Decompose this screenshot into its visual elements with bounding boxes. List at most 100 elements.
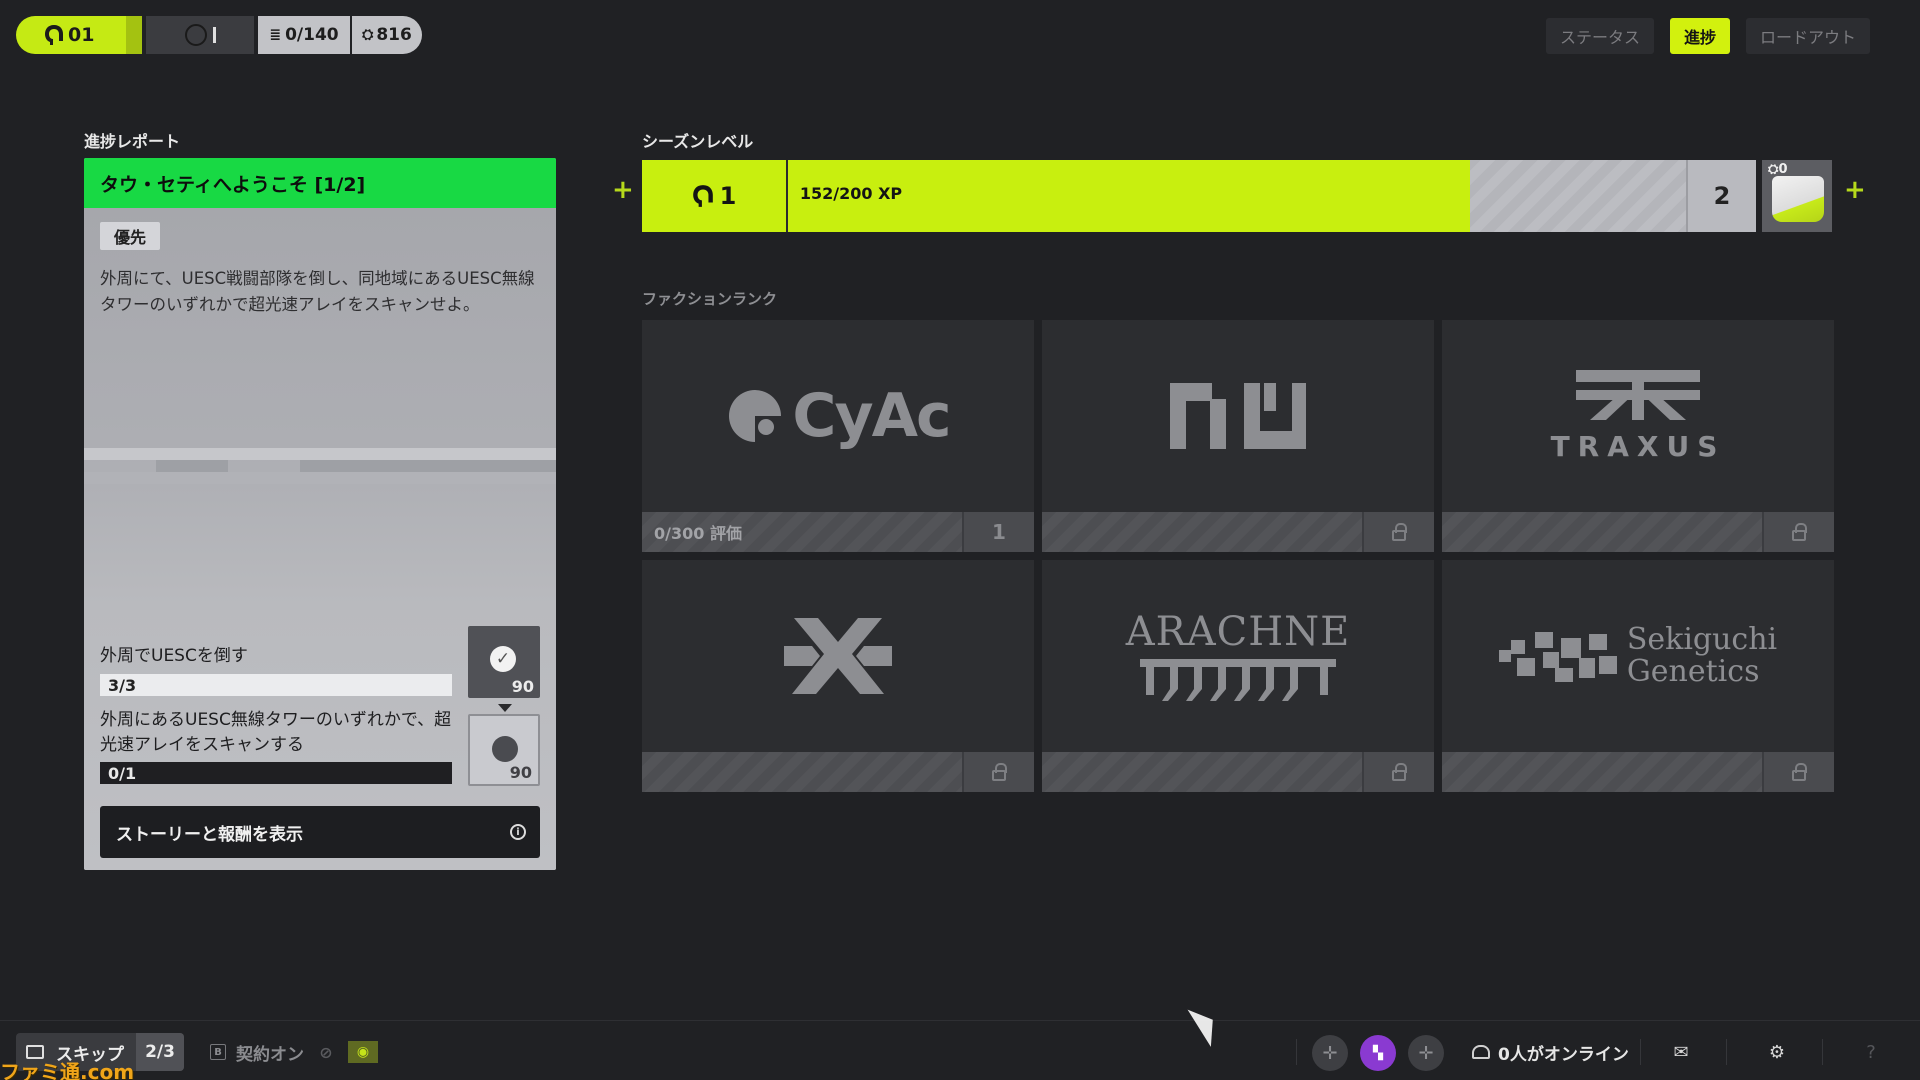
storage-value: 0/140 [285, 25, 339, 45]
sekiguchi-mark-icon [1498, 632, 1617, 682]
settings-button[interactable]: ⚙ [1758, 1033, 1796, 1071]
next-level: 2 [1685, 160, 1757, 232]
keybind-b-icon: B [210, 1044, 226, 1060]
objective-2-progress: 0/1 [100, 762, 452, 784]
reward-count: ⛭0 [1768, 162, 1788, 177]
help-button[interactable]: ? [1852, 1033, 1890, 1071]
objective-1-reward[interactable]: ✓ 90 [468, 626, 540, 698]
plus-icon[interactable]: + [1844, 177, 1866, 203]
mida-x-icon [784, 618, 892, 694]
lock-icon [1392, 522, 1407, 541]
player-avatar[interactable]: ▚ [1360, 1035, 1396, 1071]
skip-count: 2/3 [136, 1033, 184, 1071]
avatar-pattern-icon: ▚ [1373, 1045, 1383, 1061]
reward-backpack-icon [1772, 176, 1825, 222]
tab-loadout[interactable]: ロードアウト [1745, 18, 1870, 54]
report-body: 優先 外周にて、UESC戦闘部隊を倒し、同地域にあるUESC無線タワーのいずれか… [84, 208, 556, 870]
helmet-icon [45, 25, 63, 45]
faction-locked [1362, 752, 1434, 792]
objective-1-label: 外周でUESCを倒す [100, 646, 248, 666]
report-description: 外周にて、UESC戦闘部隊を倒し、同地域にあるUESC無線タワーのいずれかで超光… [100, 269, 535, 314]
objective-1-reward-value: 90 [511, 677, 534, 696]
contract-toggle[interactable]: B 契約オン ⊘ ◉ [210, 1033, 378, 1071]
objective-2-reward[interactable]: 90 [468, 714, 540, 786]
online-friends[interactable]: 0人がオンライン [1472, 1033, 1629, 1071]
xp-text: 152/200 XP [799, 184, 903, 203]
bottom-bar: スキップ 2/3 B 契約オン ⊘ ◉ ✛ ▚ ✛ 0人がオンライン ✉ ⚙ ? [0, 1020, 1920, 1080]
objective-2-reward-value: 90 [509, 763, 532, 782]
faction-card-traxus[interactable]: TRAXUS [1442, 320, 1834, 552]
chevron-down-icon [498, 704, 512, 712]
rank-ring-icon [184, 24, 207, 46]
plus-icon[interactable]: + [612, 177, 634, 203]
help-icon: ? [1866, 1041, 1876, 1063]
lock-icon [1392, 762, 1407, 781]
plus-icon: ✛ [1322, 1042, 1338, 1064]
lock-icon [1792, 522, 1807, 541]
eye-off-icon[interactable]: ⊘ [314, 1043, 338, 1062]
faction-section-title: ファクションランク [642, 290, 778, 308]
tab-status[interactable]: ステータス [1545, 18, 1654, 54]
decor-band [84, 448, 556, 460]
player-level-pill[interactable]: 01 [16, 16, 126, 54]
contract-label: 契約オン [236, 1044, 304, 1065]
cyac-logo: CyAc [642, 320, 1034, 512]
season-section-title: シーズンレベル [642, 132, 754, 151]
arachne-logo-text: ARACHNE [1125, 609, 1351, 655]
party-slot-add-right[interactable]: ✛ [1408, 1035, 1444, 1071]
faction-card-nucaloric[interactable] [1042, 320, 1434, 552]
xp-progress-bar: 152/200 XP [787, 160, 1686, 232]
story-button-label: ストーリーと報酬を表示 [116, 824, 303, 845]
mail-button[interactable]: ✉ [1662, 1033, 1700, 1071]
faction-cyac-rank: 1 [962, 512, 1034, 552]
faction-locked [1762, 512, 1834, 552]
faction-card-arachne[interactable]: ARACHNE [1042, 560, 1434, 792]
nucaloric-logo-icon [1170, 383, 1306, 449]
info-icon: i [510, 824, 526, 840]
currency-icon: ⛭ [362, 27, 374, 43]
eye-icon[interactable]: ◉ [348, 1041, 378, 1063]
faction-cyac-reputation: 0/300 評価 [642, 512, 962, 552]
faction-card-cyac[interactable]: CyAc 0/300 評価 1 [642, 320, 1034, 552]
party-slot-add-left[interactable]: ✛ [1312, 1035, 1348, 1071]
season-level-box: 1 [642, 160, 788, 232]
storage-pill[interactable]: ≣ 0/140 [258, 16, 350, 54]
story-rewards-button[interactable]: ストーリーと報酬を表示 i [100, 806, 540, 858]
lock-icon [992, 762, 1007, 781]
sekiguchi-logo: Sekiguchi Genetics [1442, 560, 1834, 752]
currency-pill[interactable]: ⛭ 816 [352, 16, 422, 54]
rank-bar-icon [212, 27, 216, 43]
progress-report-card: タウ・セティへようこそ [1/2] 優先 外周にて、UESC戦闘部隊を倒し、同地… [84, 158, 556, 870]
plus-icon: ✛ [1418, 1042, 1434, 1064]
helmet-icon [492, 736, 518, 762]
cyac-mark-icon [729, 390, 782, 445]
rank-pill[interactable] [146, 16, 254, 54]
season-reward[interactable]: ⛭0 [1762, 160, 1833, 232]
currency-value: 816 [376, 25, 412, 45]
faction-card-mida[interactable] [642, 560, 1034, 792]
report-heading: タウ・セティへようこそ [1/2] [84, 158, 556, 208]
faction-locked [1762, 752, 1834, 792]
faction-card-sekiguchi[interactable]: Sekiguchi Genetics [1442, 560, 1834, 792]
people-icon [1472, 1045, 1490, 1059]
nucaloric-logo [1042, 320, 1434, 512]
arachne-legs-icon [1140, 659, 1336, 701]
priority-badge: 優先 [100, 222, 161, 250]
gear-icon: ⚙ [1768, 1041, 1786, 1063]
cyac-logo-text: CyAc [792, 381, 951, 451]
traxus-mark-icon [1576, 369, 1700, 420]
helmet-icon [692, 185, 713, 207]
watermark: ファミ通.com [0, 1060, 135, 1080]
tab-progress[interactable]: 進捗 [1669, 18, 1730, 54]
traxus-logo: TRAXUS [1442, 320, 1834, 512]
season-level: 1 [719, 182, 737, 210]
lock-icon [1792, 762, 1807, 781]
mida-logo [642, 560, 1034, 752]
mail-icon: ✉ [1673, 1041, 1689, 1063]
main-tabs: ステータス 進捗 ロードアウト [1545, 18, 1870, 54]
arachne-logo: ARACHNE [1042, 560, 1434, 752]
player-status-pills: 01 ≣ 0/140 ⛭ 816 [16, 16, 422, 54]
online-label: 0人がオンライン [1498, 1044, 1629, 1065]
faction-locked [962, 752, 1034, 792]
objective-2-label: 外周にあるUESC無線タワーのいずれかで、超光速アレイをスキャンする [100, 710, 452, 755]
